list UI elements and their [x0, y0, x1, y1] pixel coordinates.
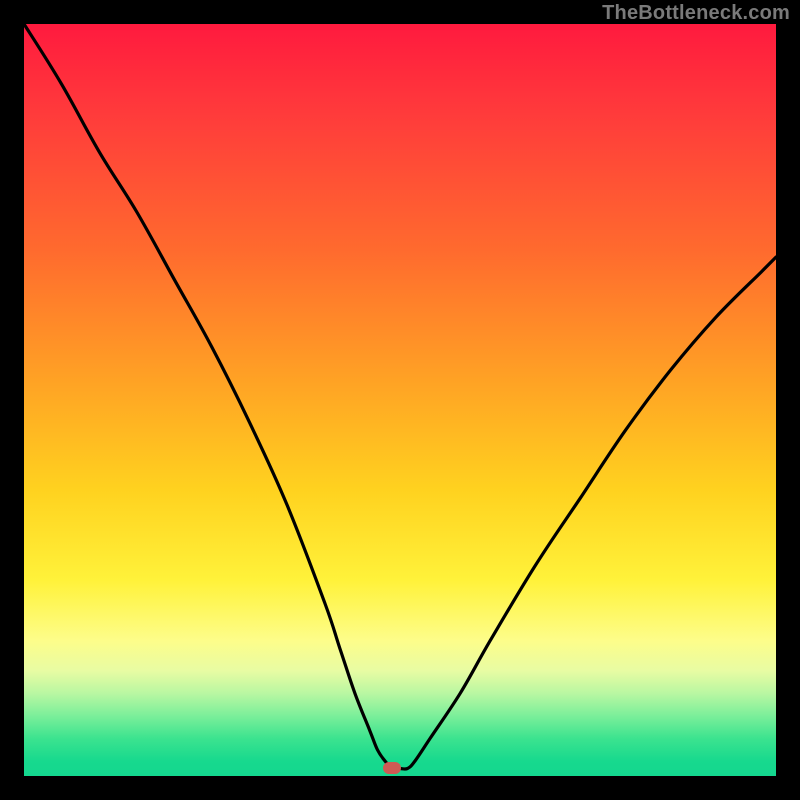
chart-frame: TheBottleneck.com	[0, 0, 800, 800]
min-marker	[383, 762, 401, 774]
watermark-text: TheBottleneck.com	[602, 2, 790, 25]
plot-area	[24, 24, 776, 776]
bottleneck-curve	[24, 24, 776, 776]
curve-path	[24, 24, 776, 769]
